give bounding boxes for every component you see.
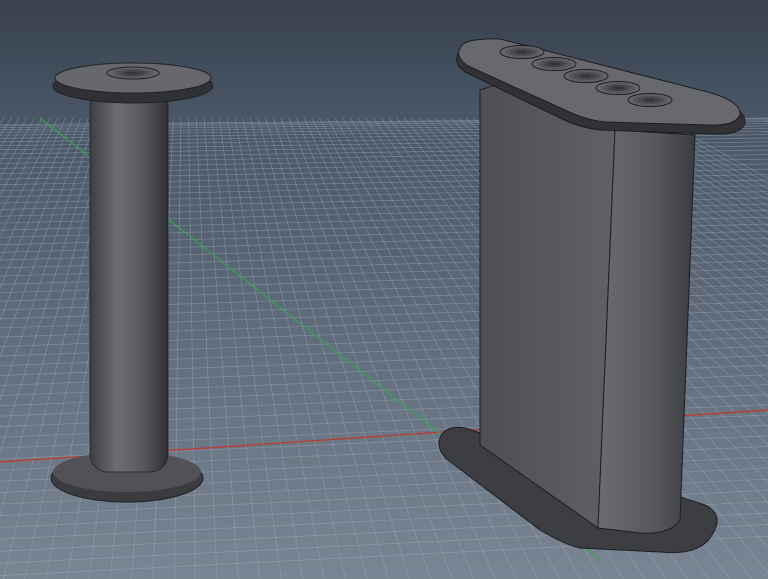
holder-hole [627,93,673,107]
holder-hole [531,57,577,71]
spool-shaft [89,87,169,473]
cad-3d-viewport[interactable] [0,0,768,579]
viewport-canvas[interactable] [0,0,768,579]
holder-side-face [597,129,696,534]
holder-hole [563,69,609,83]
holder-hole [499,45,545,59]
holder-hole [595,81,641,95]
spool-top-hole [106,66,160,80]
